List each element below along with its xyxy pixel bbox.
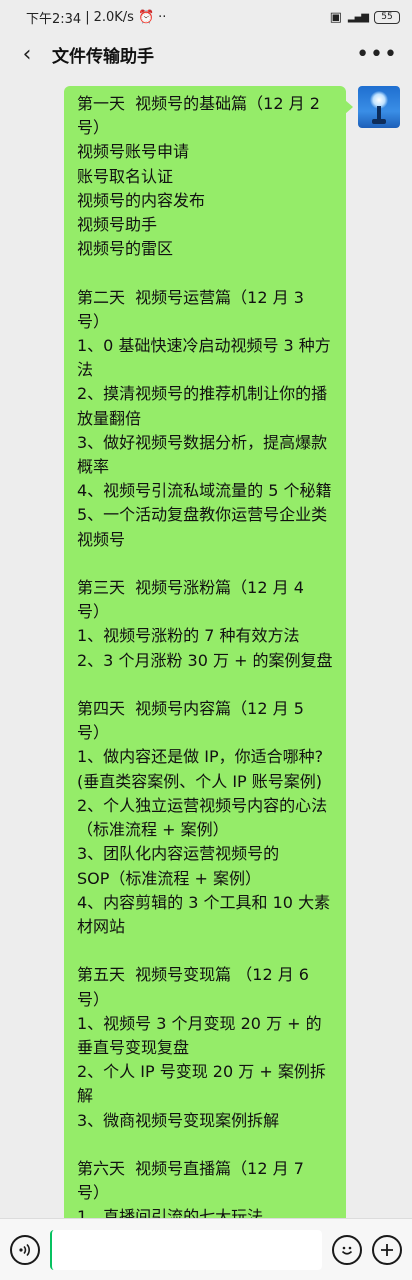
alarm-off-icon: ⏰: [137, 9, 155, 25]
battery-icon: 55: [374, 10, 400, 24]
status-time: 下午2:34: [26, 11, 82, 27]
back-arrow-icon[interactable]: ‹: [14, 39, 40, 69]
message-list[interactable]: 第一天 视频号的基础篇（12 月 2 号） 视频号账号申请 账号取名认证 视频号…: [0, 74, 412, 1218]
chat-title: 文件传输助手: [52, 46, 154, 67]
signal-icon: ▂▄▆: [347, 11, 369, 23]
avatar[interactable]: [358, 86, 400, 128]
voice-icon[interactable]: [10, 1234, 40, 1265]
voice-waves: [19, 1243, 30, 1256]
more-notifications-icon: ··: [158, 9, 167, 25]
avatar-base: [372, 119, 386, 124]
emoji-icon[interactable]: [332, 1234, 362, 1265]
message-input[interactable]: [50, 1229, 322, 1270]
plus-icon[interactable]: [372, 1234, 402, 1265]
message-bubble[interactable]: 第一天 视频号的基础篇（12 月 2 号） 视频号账号申请 账号取名认证 视频号…: [64, 86, 353, 1218]
sim-icon: ▣: [329, 9, 342, 25]
network-speed: 2.0K/s: [93, 9, 134, 25]
status-divider: |: [85, 9, 90, 25]
emoji-face: [341, 1246, 353, 1255]
battery-level: 55: [381, 11, 393, 22]
more-dots-icon[interactable]: •••: [356, 42, 398, 67]
status-bar: 下午2:34 | 2.0K/s ⏰ ·· ▣ ▂▄▆ 55: [0, 0, 412, 34]
input-bar: [0, 1218, 412, 1280]
plus-glyph: [381, 1243, 393, 1256]
chat-header: ‹ 文件传输助手 •••: [0, 34, 412, 74]
